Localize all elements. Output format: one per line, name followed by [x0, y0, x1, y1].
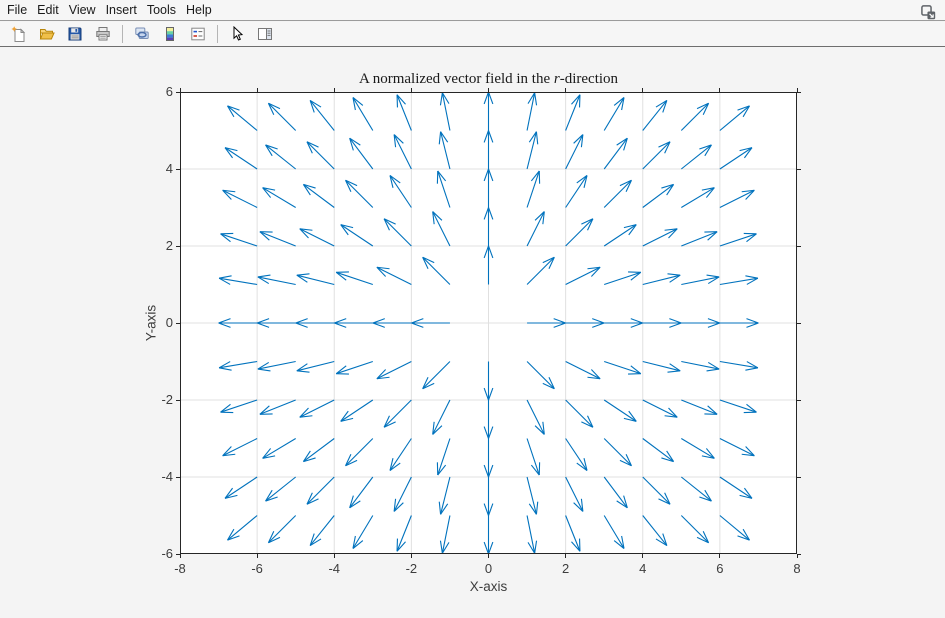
tick-mark [333, 88, 335, 92]
x-tick-label: 6 [716, 561, 724, 576]
y-tick-label: 4 [165, 161, 173, 176]
toolbar-separator [122, 25, 123, 43]
tick-mark [176, 91, 180, 93]
x-tick-label: 8 [793, 561, 801, 576]
open-in-new-window-icon [920, 4, 935, 19]
tick-mark [176, 399, 180, 401]
y-tick-label: -2 [161, 392, 173, 407]
open-in-new-window-button[interactable] [918, 2, 938, 22]
x-tick-label: 0 [484, 561, 493, 576]
tick-mark [488, 88, 489, 92]
y-tick-label: 0 [165, 315, 173, 330]
new-figure-icon [11, 26, 26, 42]
tick-mark [797, 553, 801, 555]
y-tick-label: -6 [161, 546, 173, 561]
link-plot-button[interactable] [129, 23, 155, 45]
save-figure-icon [68, 27, 82, 41]
tick-mark [797, 245, 801, 247]
tick-mark [176, 245, 180, 247]
edit-plot-button[interactable] [224, 23, 250, 45]
x-tick-label: 4 [639, 561, 647, 576]
edit-plot-icon [233, 26, 244, 41]
menu-item-edit[interactable]: Edit [32, 2, 64, 18]
tick-mark [565, 88, 567, 92]
tick-mark [565, 554, 567, 558]
open-file-icon [39, 29, 55, 40]
y-tick-label: 6 [165, 84, 173, 99]
print-figure-icon [96, 27, 110, 41]
tick-mark [642, 88, 644, 92]
menu-item-insert[interactable]: Insert [101, 2, 142, 18]
show-plot-tools-button[interactable] [252, 23, 278, 45]
tick-mark [176, 322, 180, 324]
tick-mark [488, 554, 489, 558]
tick-mark [719, 88, 721, 92]
toolbar-separator [217, 25, 218, 43]
x-tick-label: -2 [405, 561, 418, 576]
new-figure-button[interactable] [6, 23, 32, 45]
tick-mark [410, 554, 412, 558]
figure-window: File Edit View Insert Tools Help A norma… [0, 0, 945, 618]
insert-colorbar-button[interactable] [157, 23, 183, 45]
tick-mark [179, 554, 181, 558]
tick-mark [176, 168, 180, 170]
tick-mark [719, 554, 721, 558]
tick-mark [176, 553, 180, 555]
y-tick-label: -4 [161, 469, 173, 484]
tick-mark [797, 476, 801, 478]
tick-mark [797, 322, 801, 324]
x-tick-label: -6 [251, 561, 263, 576]
print-figure-button[interactable] [90, 23, 116, 45]
menu-bar: File Edit View Insert Tools Help [0, 0, 945, 21]
tick-mark [796, 554, 798, 558]
plot-axes[interactable] [180, 92, 797, 554]
open-file-button[interactable] [34, 23, 60, 45]
tick-mark [797, 168, 801, 170]
menu-item-view[interactable]: View [64, 2, 101, 18]
link-plot-icon [135, 27, 149, 39]
y-tick-label: 2 [165, 238, 173, 253]
tick-mark [176, 476, 180, 478]
plot-title: A normalized vector field in the r-direc… [358, 71, 619, 87]
tick-mark [410, 88, 412, 92]
tick-mark [797, 399, 801, 401]
insert-legend-icon [191, 27, 205, 41]
tick-mark [797, 91, 801, 93]
tick-mark [256, 88, 258, 92]
x-tick-label: -4 [328, 561, 341, 576]
figure-toolbar [0, 22, 945, 47]
show-plot-tools-icon [258, 28, 272, 40]
tick-mark [256, 554, 258, 558]
save-figure-button[interactable] [62, 23, 88, 45]
tick-mark [333, 554, 335, 558]
menu-item-tools[interactable]: Tools [142, 2, 181, 18]
insert-legend-button[interactable] [185, 23, 211, 45]
x-axis-label: X-axis [469, 579, 508, 594]
x-tick-label: -8 [174, 561, 186, 576]
x-tick-label: 2 [562, 561, 570, 576]
menu-item-help[interactable]: Help [181, 2, 217, 18]
figure-canvas: A normalized vector field in the r-direc… [0, 48, 945, 618]
tick-mark [642, 554, 644, 558]
insert-colorbar-icon [166, 27, 174, 41]
menu-item-file[interactable]: File [2, 2, 32, 18]
